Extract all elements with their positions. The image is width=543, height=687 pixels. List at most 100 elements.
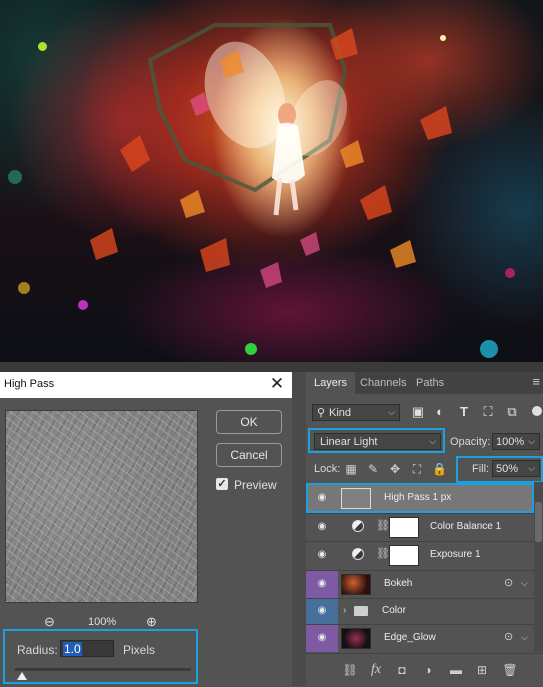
layer-name: Edge_Glow	[384, 632, 436, 643]
zoom-in-icon[interactable]: ⊕	[146, 614, 157, 630]
filter-toggle-icon[interactable]	[532, 406, 542, 416]
tab-paths[interactable]: Paths	[408, 372, 452, 394]
chevron-down-icon: ⌵	[528, 463, 535, 473]
bokeh-dot	[8, 170, 22, 184]
visibility-toggle[interactable]: ◉	[306, 599, 338, 624]
preview-label: Preview	[234, 478, 277, 492]
lock-image-pixels-icon[interactable]: ✎	[366, 462, 380, 476]
link-icon: ⛓	[376, 520, 390, 532]
new-layer-icon[interactable]: ⊞	[474, 662, 490, 678]
link-layers-icon[interactable]: ⛓	[342, 662, 358, 678]
panel-gap	[292, 372, 306, 686]
eye-icon: ◉	[317, 578, 327, 589]
smart-filter-icon[interactable]: ⊙	[504, 576, 513, 589]
visibility-toggle[interactable]: ◉	[306, 542, 338, 569]
new-group-icon[interactable]: ▬	[448, 662, 464, 678]
dialog-title: High Pass	[4, 378, 55, 390]
fill-label: Fill:	[472, 463, 490, 475]
filter-preview-area[interactable]	[5, 410, 198, 603]
tab-channels[interactable]: Channels	[352, 372, 414, 394]
filter-type-layers-icon[interactable]: T	[456, 404, 472, 420]
radius-label: Radius:	[17, 643, 58, 657]
search-icon: ⚲	[317, 407, 326, 419]
radius-unit-label: Pixels	[123, 643, 156, 657]
layer-filter-kind-dropdown[interactable]: ⚲ Kind ⌵	[312, 404, 400, 421]
tab-layers[interactable]: Layers	[306, 372, 356, 394]
layer-row[interactable]: ◉ Bokeh ⊙ ⌵	[306, 570, 534, 598]
panel-separator	[0, 362, 543, 372]
fill-value: 50%	[496, 463, 519, 475]
layer-name: Color	[382, 605, 406, 616]
high-pass-dialog: High Pass ✕ ⊖ 100% ⊕ OK Cancel ✓ Preview…	[0, 372, 292, 686]
filter-pixel-layers-icon[interactable]: ▣	[410, 404, 426, 420]
folder-icon	[354, 606, 368, 616]
filter-kind-label: Kind	[329, 407, 352, 419]
link-icon: ⛓	[376, 548, 390, 560]
chevron-down-icon[interactable]: ⌵	[521, 632, 528, 643]
bokeh-dot	[245, 343, 257, 355]
radius-slider-track[interactable]	[15, 668, 191, 671]
adjustment-layer-icon	[352, 520, 364, 532]
eye-icon: ◉	[317, 549, 327, 560]
layer-name: Color Balance 1	[430, 521, 502, 532]
bokeh-dot	[38, 42, 47, 51]
filter-shape-layers-icon[interactable]: ⛶	[480, 404, 496, 420]
layers-scrollbar[interactable]	[534, 482, 543, 652]
eye-icon: ◉	[317, 605, 327, 616]
visibility-toggle[interactable]: ◉	[306, 625, 338, 652]
layer-row[interactable]: ◉ ⛓ Exposure 1	[306, 541, 534, 569]
layers-footer-toolbar: ⛓ fx ◘ ◑ ▬ ⊞ 🗑	[306, 653, 543, 687]
visibility-toggle[interactable]: ◉	[306, 514, 338, 541]
layers-panel: Layers Channels Paths ≡ ⚲ Kind ⌵ ▣ ◐ T ⛶…	[306, 372, 543, 687]
layer-thumbnail	[341, 574, 371, 595]
lock-all-icon[interactable]: 🔒	[432, 462, 447, 476]
trash-icon[interactable]: 🗑	[502, 662, 518, 678]
radius-input[interactable]: 1.0	[60, 640, 114, 657]
panel-menu-icon[interactable]: ≡	[532, 375, 540, 388]
layer-name: Bokeh	[384, 578, 413, 589]
layer-row[interactable]: ◉ › Color	[306, 598, 534, 624]
scrollbar-thumb[interactable]	[535, 502, 542, 542]
radius-value: 1.0	[63, 642, 82, 656]
lock-artboard-icon[interactable]: ⛶	[410, 462, 424, 476]
chevron-right-icon[interactable]: ›	[343, 605, 346, 616]
layer-mask-thumbnail	[389, 545, 419, 566]
opacity-field[interactable]: 100% ⌵	[492, 433, 540, 450]
smart-filter-icon[interactable]: ⊙	[504, 630, 513, 643]
zoom-level: 100%	[88, 616, 117, 628]
bokeh-dot	[78, 300, 88, 310]
dialog-titlebar[interactable]: High Pass ✕	[0, 372, 292, 398]
zoom-out-icon[interactable]: ⊖	[44, 614, 55, 630]
eye-icon: ◉	[317, 632, 327, 643]
eye-icon: ◉	[317, 521, 327, 532]
preview-checkbox[interactable]: ✓	[216, 478, 228, 490]
cancel-button[interactable]: Cancel	[216, 443, 282, 467]
chevron-down-icon: ⌵	[429, 436, 436, 446]
chevron-down-icon[interactable]: ⌵	[521, 578, 528, 589]
lock-label: Lock:	[314, 463, 341, 475]
adjustment-layer-icon[interactable]: ◑	[420, 662, 436, 678]
layer-row[interactable]: ◉ Edge_Glow ⊙ ⌵	[306, 624, 534, 652]
filter-adjustment-layers-icon[interactable]: ◐	[432, 404, 448, 420]
ok-button[interactable]: OK	[216, 410, 282, 434]
layer-thumbnail	[341, 628, 371, 649]
visibility-toggle[interactable]: ◉	[306, 571, 338, 598]
close-icon[interactable]: ✕	[268, 374, 286, 394]
layer-row[interactable]: ◉ ⛓ Color Balance 1	[306, 513, 534, 541]
bokeh-dot	[18, 282, 30, 294]
add-mask-icon[interactable]: ◘	[394, 662, 410, 678]
lock-transparent-pixels-icon[interactable]: ▦	[344, 462, 358, 476]
bokeh-dot	[440, 35, 446, 41]
fill-field[interactable]: 50% ⌵	[492, 460, 540, 477]
chevron-down-icon: ⌵	[388, 407, 395, 417]
blend-mode-dropdown[interactable]: Linear Light ⌵	[314, 433, 441, 450]
radius-slider-thumb[interactable]	[17, 672, 27, 680]
lock-position-icon[interactable]: ✥	[388, 462, 402, 476]
bokeh-dot	[505, 268, 515, 278]
layer-style-fx-icon[interactable]: fx	[368, 662, 384, 678]
blend-mode-value: Linear Light	[320, 436, 378, 448]
selected-layer-highlight	[306, 483, 534, 513]
filter-smart-objects-icon[interactable]: ⧉	[504, 404, 520, 420]
panel-tabs: Layers Channels Paths ≡	[306, 372, 543, 394]
opacity-value: 100%	[496, 436, 525, 448]
